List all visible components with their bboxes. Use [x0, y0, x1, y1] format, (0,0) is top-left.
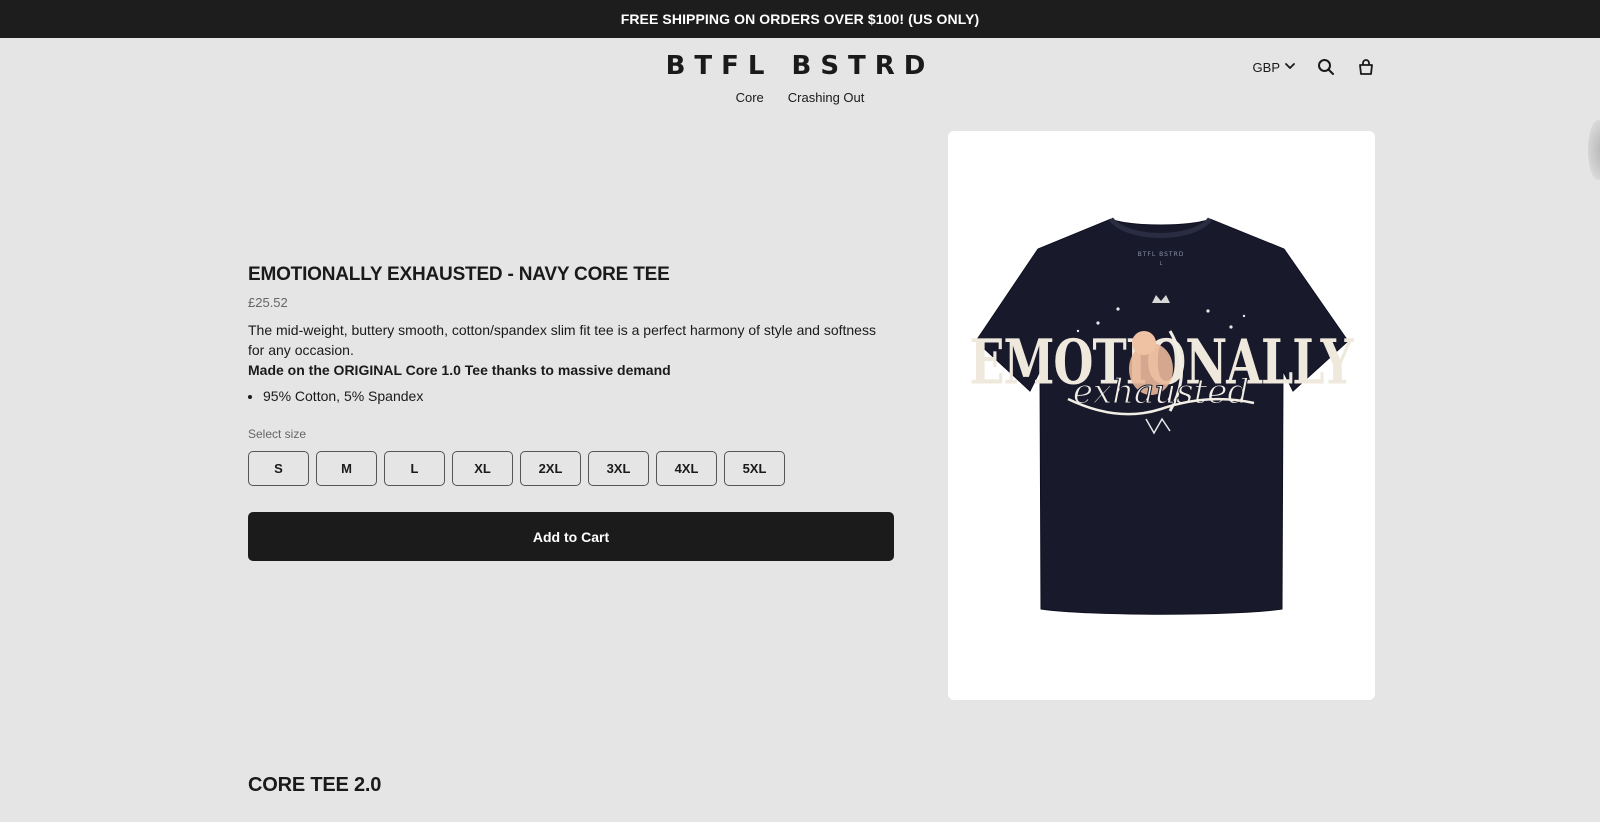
product-info: EMOTIONALLY EXHAUSTED - NAVY CORE TEE £2…	[248, 262, 894, 561]
nav-link-crashing-out[interactable]: Crashing Out	[788, 90, 865, 105]
search-icon[interactable]	[1316, 57, 1336, 77]
nav-link-core[interactable]: Core	[736, 90, 764, 105]
size-option-2xl[interactable]: 2XL	[520, 451, 581, 486]
currency-selector[interactable]: GBP	[1253, 60, 1296, 75]
size-option-m[interactable]: M	[316, 451, 377, 486]
neck-tag-size: L	[1160, 261, 1163, 267]
side-edge-shadow	[1588, 120, 1600, 180]
product-title: EMOTIONALLY EXHAUSTED - NAVY CORE TEE	[248, 264, 670, 285]
add-to-cart-button[interactable]: Add to Cart	[248, 512, 894, 561]
chevron-down-icon	[1284, 60, 1296, 75]
graphic-script: exhausted	[1073, 372, 1249, 412]
feature-item: 95% Cotton, 5% Spandex	[263, 386, 894, 406]
size-option-s[interactable]: S	[248, 451, 309, 486]
header-utilities: GBP	[1253, 57, 1376, 77]
size-option-3xl[interactable]: 3XL	[588, 451, 649, 486]
announcement-bar: FREE SHIPPING ON ORDERS OVER $100! (US O…	[0, 0, 1600, 38]
size-selector: S M L XL 2XL 3XL 4XL 5XL	[248, 451, 894, 486]
product-price: £25.52	[248, 295, 288, 310]
size-option-5xl[interactable]: 5XL	[724, 451, 785, 486]
size-option-xl[interactable]: XL	[452, 451, 513, 486]
product-description: The mid-weight, buttery smooth, cotton/s…	[248, 322, 876, 358]
size-option-l[interactable]: L	[384, 451, 445, 486]
announcement-text: FREE SHIPPING ON ORDERS OVER $100! (US O…	[620, 11, 980, 27]
site-header: BTFL BSTRD Core Crashing Out GBP	[0, 38, 1600, 116]
tshirt-image: BTFL BSTRD L EMOTIONALLY exhausted	[969, 217, 1355, 615]
cart-icon[interactable]	[1356, 57, 1376, 77]
neck-tag-text: BTFL BSTRD	[1138, 251, 1185, 258]
size-label: Select size	[248, 427, 307, 441]
product-features: 95% Cotton, 5% Spandex	[248, 386, 894, 406]
product-image[interactable]: BTFL BSTRD L EMOTIONALLY exhausted	[948, 131, 1375, 700]
main-nav: Core Crashing Out	[0, 90, 1600, 105]
size-option-4xl[interactable]: 4XL	[656, 451, 717, 486]
section-title: CORE TEE 2.0	[248, 774, 382, 796]
currency-label: GBP	[1252, 59, 1280, 75]
product-highlight: Made on the ORIGINAL Core 1.0 Tee thanks…	[248, 362, 671, 378]
